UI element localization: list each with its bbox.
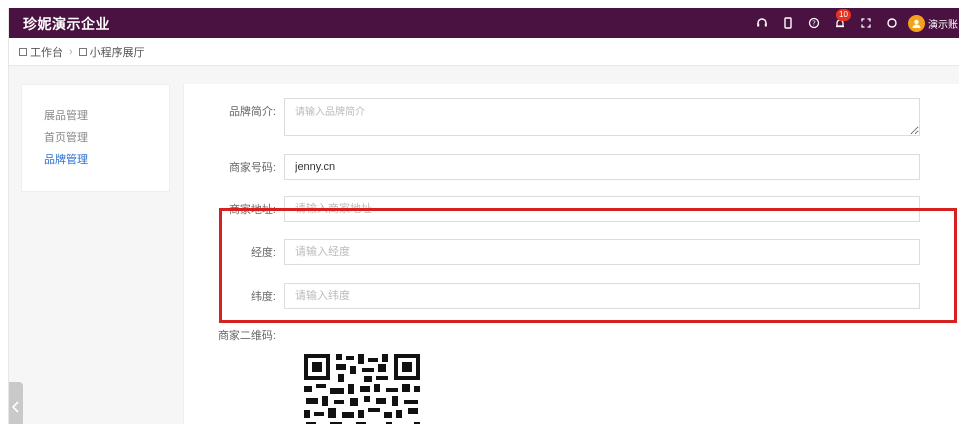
brand-intro-textarea[interactable] bbox=[284, 98, 920, 136]
qr-code-label: 商家二维码: bbox=[217, 330, 276, 342]
fullscreen-icon[interactable] bbox=[856, 13, 876, 33]
breadcrumb-separator-icon: › bbox=[69, 45, 73, 58]
top-header: 珍妮演示企业 ? 10 演示账 bbox=[9, 8, 959, 38]
sidebar-collapse-toggle[interactable] bbox=[9, 382, 23, 424]
help-icon[interactable]: ? bbox=[804, 13, 824, 33]
breadcrumb-item-showroom[interactable]: 小程序展厅 bbox=[78, 44, 145, 60]
sidebar-item-homepage[interactable]: 首页管理 bbox=[22, 127, 169, 149]
svg-text:?: ? bbox=[812, 20, 816, 28]
qr-code-image bbox=[302, 352, 422, 424]
merchant-code-input[interactable] bbox=[284, 154, 920, 180]
sidebar-menu: 展品管理 首页管理 品牌管理 bbox=[21, 84, 170, 192]
refresh-icon[interactable] bbox=[882, 13, 902, 33]
merchant-code-label: 商家号码: bbox=[228, 162, 276, 174]
sidebar-item-brand[interactable]: 品牌管理 bbox=[22, 149, 169, 171]
content-area: 展品管理 首页管理 品牌管理 品牌简介: 商家号码: 商家地址: 经度: bbox=[9, 66, 959, 424]
headset-icon[interactable] bbox=[752, 13, 772, 33]
longitude-input[interactable] bbox=[284, 239, 920, 265]
notification-badge: 10 bbox=[836, 9, 851, 21]
brand-intro-label: 品牌简介: bbox=[228, 106, 276, 118]
form-row-merchant-code: 商家号码: bbox=[184, 154, 920, 182]
merchant-address-input[interactable] bbox=[284, 196, 920, 222]
latitude-label: 纬度: bbox=[250, 291, 276, 303]
sidebar-item-exhibits[interactable]: 展品管理 bbox=[22, 105, 169, 127]
breadcrumb-label: 工作台 bbox=[30, 46, 63, 59]
user-avatar-icon[interactable] bbox=[908, 14, 925, 32]
header-toolbar: ? 10 演示账 bbox=[746, 8, 959, 38]
merchant-address-label: 商家地址: bbox=[228, 204, 276, 216]
brand-form: 品牌简介: 商家号码: 商家地址: 经度: 纬度: 商家二维码: bbox=[183, 84, 959, 424]
bell-icon[interactable]: 10 bbox=[830, 9, 851, 33]
breadcrumb-label: 小程序展厅 bbox=[89, 46, 145, 59]
collapse-left-icon bbox=[12, 401, 19, 413]
app-window: 珍妮演示企业 ? 10 演示账 工作台 › 小程序展厅 展品管理 首页管理 品牌… bbox=[8, 8, 959, 424]
form-row-brand-intro: 品牌简介: bbox=[184, 98, 920, 136]
form-row-merchant-address: 商家地址: bbox=[184, 196, 920, 224]
username-label[interactable]: 演示账 bbox=[928, 16, 959, 31]
form-row-latitude: 纬度: bbox=[184, 283, 920, 311]
form-row-qr-code: 商家二维码: bbox=[184, 328, 284, 344]
company-title: 珍妮演示企业 bbox=[23, 16, 110, 32]
showroom-icon bbox=[78, 47, 87, 56]
longitude-label: 经度: bbox=[250, 247, 276, 259]
latitude-input[interactable] bbox=[284, 283, 920, 309]
workbench-icon bbox=[19, 47, 27, 56]
form-row-longitude: 经度: bbox=[184, 239, 920, 267]
breadcrumb: 工作台 › 小程序展厅 bbox=[9, 38, 959, 66]
mobile-icon[interactable] bbox=[778, 13, 798, 33]
breadcrumb-item-workbench[interactable]: 工作台 bbox=[19, 44, 63, 60]
